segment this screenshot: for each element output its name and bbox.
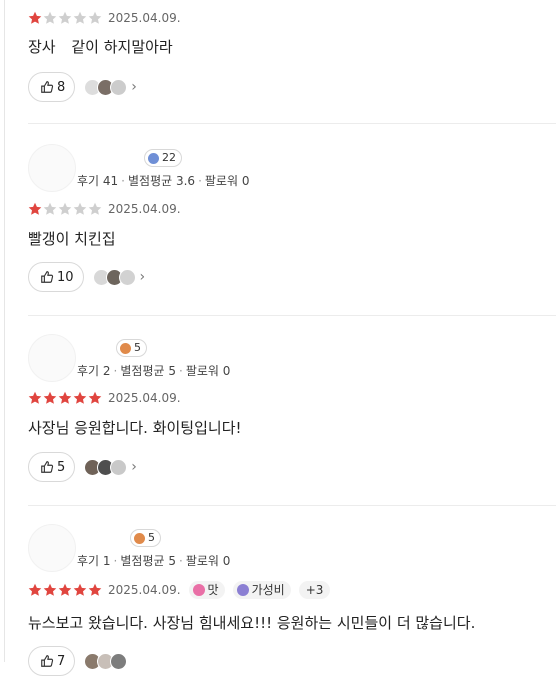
review-card: 5 후기 2 · 별점평균 5 · 팔로워 0 2025.04.09. 사장님 응원합니…	[28, 330, 556, 510]
star-rating	[28, 202, 102, 216]
taste-icon	[192, 584, 205, 596]
review-text: 빨갱이 치킨집	[28, 230, 116, 248]
like-button[interactable]: 7	[28, 646, 76, 676]
review-text: 장사 ⠀같이 하지말아라	[28, 38, 173, 56]
more-tags-button[interactable]: +3	[298, 581, 331, 599]
star-rating	[28, 391, 102, 405]
chevron-right-icon[interactable]: ›	[131, 459, 137, 475]
level-badge-icon	[148, 152, 159, 164]
like-count: 8	[57, 79, 66, 95]
review-actions: 5 ›	[28, 452, 137, 482]
review-date: 2025.04.09.	[108, 11, 181, 25]
left-border	[4, 0, 5, 662]
like-count: 5	[57, 459, 66, 475]
liker-avatar	[110, 652, 128, 670]
review-date: 2025.04.09.	[108, 391, 181, 405]
liker-avatars[interactable]	[84, 458, 128, 476]
reviewer-stats: 후기 2 · 별점평균 5 · 팔로워 0	[77, 364, 231, 378]
star-empty-icon	[73, 11, 87, 24]
star-filled-icon	[58, 391, 72, 404]
star-rating	[28, 583, 102, 597]
star-filled-icon	[28, 391, 42, 404]
reviewer-badge: 22	[144, 149, 182, 167]
chevron-right-icon[interactable]: ›	[140, 269, 146, 285]
star-rating	[28, 11, 102, 25]
review-card: 2025.04.09. 장사 ⠀같이 하지말아라 8 ›	[28, 0, 556, 120]
reviewer-badge: 5	[116, 339, 147, 357]
star-filled-icon	[73, 391, 87, 404]
like-count: 10	[57, 269, 74, 285]
star-empty-icon	[88, 11, 102, 24]
thumbs-up-icon	[41, 655, 54, 667]
divider	[28, 315, 556, 316]
liker-avatars[interactable]	[92, 268, 136, 286]
star-filled-icon	[28, 11, 42, 24]
star-filled-icon	[43, 583, 57, 596]
reviewer-stats: 후기 1 · 별점평균 5 · 팔로워 0	[77, 554, 231, 568]
rating-row: 2025.04.09.	[28, 200, 181, 218]
avatar[interactable]	[28, 144, 76, 192]
like-button[interactable]: 10	[28, 262, 84, 292]
liker-avatar	[118, 268, 136, 286]
liker-avatar	[110, 78, 128, 96]
rating-row: 2025.04.09.	[28, 9, 181, 27]
review-card: 22 후기 41 · 별점평균 3.6 · 팔로워 0 2025.04.09. 빨갱이 …	[28, 140, 556, 310]
divider	[28, 505, 556, 506]
avatar[interactable]	[28, 334, 76, 382]
star-filled-icon	[58, 583, 72, 596]
liker-avatar	[110, 458, 128, 476]
thumbs-up-icon	[41, 271, 54, 283]
review-actions: 8 ›	[28, 72, 137, 102]
rating-row: 2025.04.09.	[28, 389, 181, 407]
chevron-right-icon[interactable]: ›	[131, 79, 137, 95]
reviewer-stats: 후기 41 · 별점평균 3.6 · 팔로워 0	[77, 174, 250, 188]
reviewer-badge: 5	[130, 529, 161, 547]
star-empty-icon	[43, 202, 57, 215]
star-empty-icon	[43, 11, 57, 24]
review-tag[interactable]: 가성비	[232, 581, 291, 599]
star-filled-icon	[43, 391, 57, 404]
review-actions: 7	[28, 646, 128, 676]
star-filled-icon	[88, 583, 102, 596]
review-text: 사장님 응원합니다. 화이팅입니다!	[28, 419, 242, 437]
star-filled-icon	[28, 202, 42, 215]
review-tag[interactable]: 맛	[188, 581, 225, 599]
star-empty-icon	[58, 202, 72, 215]
divider	[28, 123, 556, 124]
star-filled-icon	[73, 583, 87, 596]
star-empty-icon	[58, 11, 72, 24]
avatar[interactable]	[28, 524, 76, 572]
like-count: 7	[57, 653, 66, 669]
star-empty-icon	[73, 202, 87, 215]
review-text: 뉴스보고 왔습니다. 사장님 힘내세요!!! 응원하는 시민들이 더 많습니다.	[28, 614, 476, 632]
level-badge-icon	[120, 342, 131, 354]
star-empty-icon	[88, 202, 102, 215]
liker-avatars[interactable]	[84, 78, 128, 96]
review-card: 5 후기 1 · 별점평균 5 · 팔로워 0 2025.04.09. 맛 가성비 +3…	[28, 520, 556, 676]
thumbs-up-icon	[41, 81, 54, 93]
rating-row: 2025.04.09. 맛 가성비 +3	[28, 581, 331, 599]
like-button[interactable]: 5	[28, 452, 76, 482]
review-date: 2025.04.09.	[108, 583, 181, 597]
star-filled-icon	[88, 391, 102, 404]
liker-avatars[interactable]	[84, 652, 128, 670]
level-badge-icon	[134, 532, 145, 544]
thumbs-up-icon	[41, 461, 54, 473]
like-button[interactable]: 8	[28, 72, 76, 102]
value-icon	[236, 584, 249, 596]
star-filled-icon	[28, 583, 42, 596]
review-actions: 10 ›	[28, 262, 145, 292]
review-date: 2025.04.09.	[108, 202, 181, 216]
